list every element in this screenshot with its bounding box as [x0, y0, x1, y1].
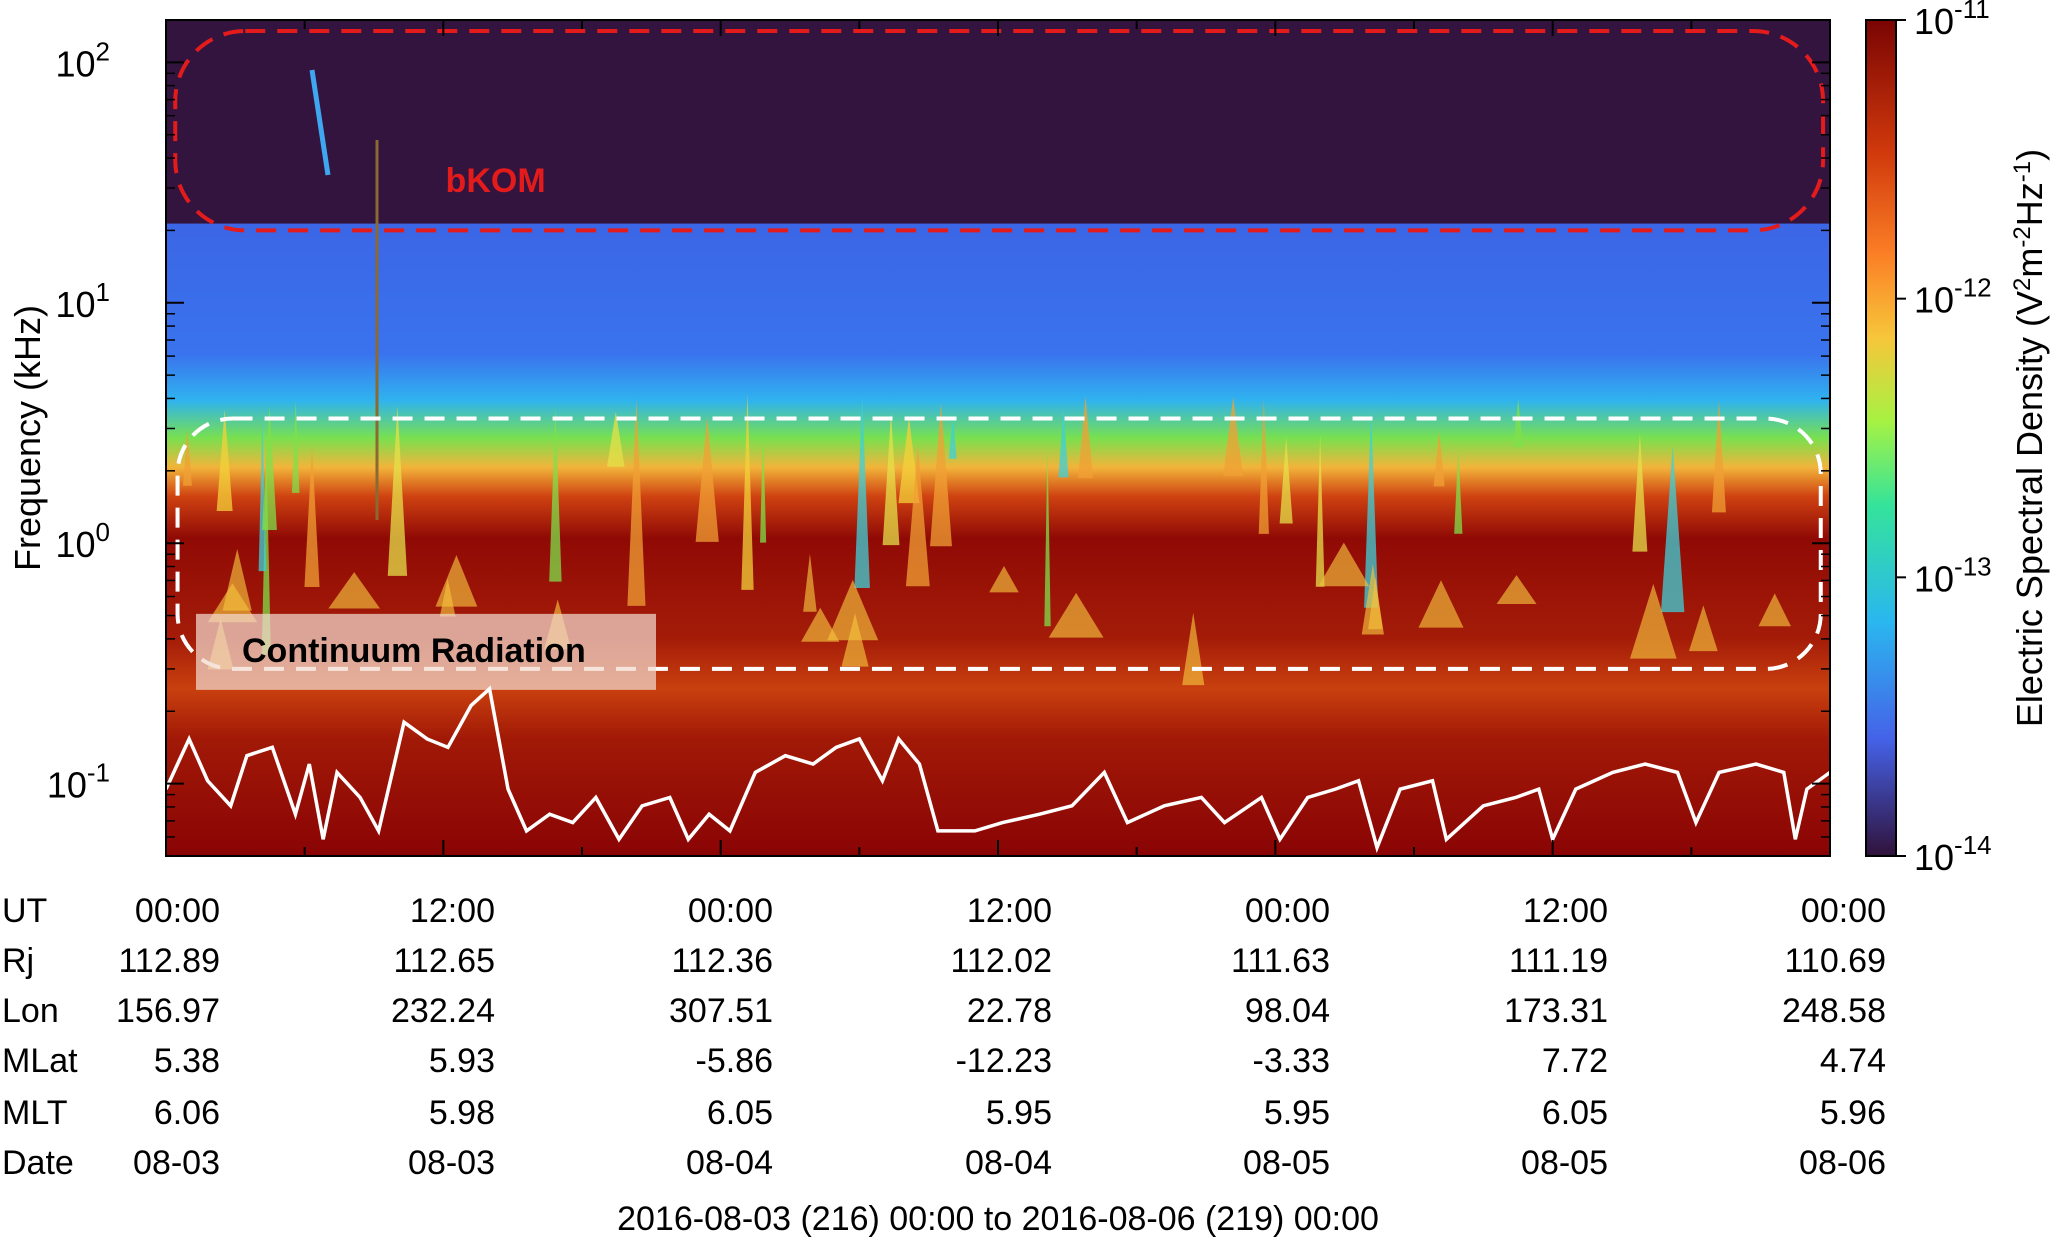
- y-tick-label: 102: [55, 36, 110, 84]
- ephemeris-cell: 08-05: [1521, 1144, 1608, 1182]
- colorbar-tick-label: 10-14: [1914, 830, 1992, 878]
- annotation-bkom: bKOM: [446, 162, 546, 200]
- ephemeris-cell: 5.95: [1264, 1094, 1330, 1132]
- ephemeris-cell: 08-06: [1799, 1144, 1886, 1182]
- ephemeris-cell: 22.78: [967, 992, 1052, 1030]
- y-tick-label: 101: [55, 277, 110, 325]
- ephemeris-cell: 112.02: [951, 942, 1052, 980]
- ephemeris-cell: 00:00: [1245, 892, 1330, 930]
- ephemeris-cell: 00:00: [688, 892, 773, 930]
- y-tick-label: 100: [55, 517, 110, 565]
- ephemeris-cell: 12:00: [410, 892, 495, 930]
- ephemeris-cell: -3.33: [1253, 1042, 1331, 1080]
- ephemeris-cell: 08-03: [133, 1144, 220, 1182]
- ephemeris-cell: 08-04: [965, 1144, 1052, 1182]
- ephemeris-cell: 08-04: [686, 1144, 773, 1182]
- ephemeris-row-label: MLat: [2, 1042, 78, 1080]
- ephemeris-cell: 307.51: [669, 992, 773, 1030]
- colorbar-title: Electric Spectral Density (V2m-2Hz-1): [2009, 149, 2050, 727]
- ephemeris-cell: 5.95: [986, 1094, 1052, 1132]
- ephemeris-row-label: MLT: [2, 1094, 67, 1132]
- ephemeris-cell: 248.58: [1782, 992, 1886, 1030]
- ephemeris-cell: 156.97: [116, 992, 220, 1030]
- ephemeris-cell: 5.98: [429, 1094, 495, 1132]
- ephemeris-cell: 12:00: [967, 892, 1052, 930]
- ephemeris-row-label: Rj: [2, 942, 34, 980]
- ephemeris-cell: 6.05: [707, 1094, 773, 1132]
- ephemeris-row-label: Lon: [2, 992, 59, 1030]
- colorbar-tick-label: 10-11: [1914, 0, 1990, 42]
- colorbar: 10-11 10-12 10-13 10-14 Electric Spectral D…: [1865, 0, 2050, 878]
- y-axis-title: Frequency (kHz): [7, 305, 48, 571]
- ephemeris-cell: 112.65: [394, 942, 495, 980]
- ephemeris-cell: 12:00: [1523, 892, 1608, 930]
- colorbar-tick-label: 10-13: [1914, 551, 1992, 599]
- ephemeris-cell: 5.93: [429, 1042, 495, 1080]
- ephemeris-row-label: UT: [2, 892, 47, 930]
- ephemeris-cell: 7.72: [1542, 1042, 1608, 1080]
- ephemeris-cell: 110.69: [1785, 942, 1886, 980]
- ephemeris-cell: 08-05: [1243, 1144, 1330, 1182]
- ephemeris-cell: -12.23: [956, 1042, 1052, 1080]
- ephemeris-cell: 111.63: [1231, 942, 1330, 980]
- ephemeris-cell: 173.31: [1504, 992, 1608, 1030]
- colorbar-tick-label: 10-12: [1914, 273, 1992, 321]
- ephemeris-cell: 00:00: [135, 892, 220, 930]
- ephemeris-cell: 08-03: [408, 1144, 495, 1182]
- ephemeris-cell: -5.86: [696, 1042, 774, 1080]
- y-tick-label: 10-1: [47, 758, 110, 806]
- ephemeris-cell: 232.24: [391, 992, 495, 1030]
- ephemeris-row-label: Date: [2, 1144, 74, 1182]
- time-range-label: 2016-08-03 (216) 00:00 to 2016-08-06 (21…: [617, 1200, 1379, 1238]
- ephemeris-cell: 98.04: [1245, 992, 1330, 1030]
- ephemeris-cell: 6.05: [1542, 1094, 1608, 1132]
- ephemeris-cell: 111.19: [1509, 942, 1608, 980]
- ephemeris-cell: 5.38: [154, 1042, 220, 1080]
- ephemeris-cell: 5.96: [1820, 1094, 1886, 1132]
- colorbar-gradient: [1865, 19, 1897, 857]
- ephemeris-cell: 00:00: [1801, 892, 1886, 930]
- ephemeris-cell: 6.06: [154, 1094, 220, 1132]
- annotation-continuum: Continuum Radiation: [242, 632, 586, 670]
- ephemeris-cell: 4.74: [1820, 1042, 1886, 1080]
- ephemeris-cell: 112.36: [672, 942, 773, 980]
- colorbar-ticks: 10-11 10-12 10-13 10-14: [1896, 0, 1992, 878]
- spectrogram-figure: 10-1 100 101 102 bKOM Continuum Radiation F…: [2, 0, 2050, 1238]
- ephemeris-table: UT Rj Lon MLat MLT Date 00:00 12:00 00:00 12:00 00…: [2, 892, 1886, 1182]
- ephemeris-cell: 112.89: [119, 942, 220, 980]
- spectrogram-plot: 10-1 100 101 102 bKOM Continuum Radiation: [47, 19, 1831, 857]
